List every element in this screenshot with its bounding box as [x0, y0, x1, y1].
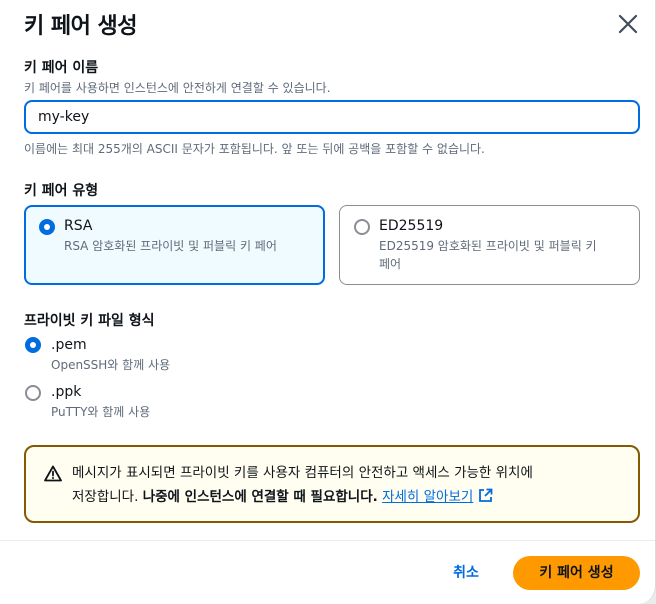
key-name-constraint: 이름에는 최대 255개의 ASCII 문자가 포함됩니다. 앞 또는 뒤에 공… [24, 142, 485, 156]
learn-more-link[interactable]: 자세히 알아보기 [382, 489, 473, 505]
pem-radio[interactable] [25, 337, 41, 353]
key-name-label: 키 페어 이름 [24, 60, 99, 76]
modal-title: 키 페어 생성 [24, 14, 138, 39]
ed25519-description-line1: ED25519 암호화된 프라이빗 및 퍼블릭 키 [379, 239, 597, 253]
key-type-label: 키 페어 유형 [24, 183, 99, 199]
file-format-label: 프라이빗 키 파일 형식 [24, 313, 155, 329]
warning-icon [44, 465, 62, 482]
alert-line-1: 메시지가 표시되면 프라이빗 키를 사용자 컴퓨터의 안전하고 액세스 가능한 … [72, 465, 533, 481]
ppk-description: PuTTY와 함께 사용 [51, 405, 151, 419]
pem-description: OpenSSH와 함께 사용 [51, 358, 171, 372]
ppk-radio[interactable] [25, 385, 41, 401]
alert-emphasis: 나중에 인스턴스에 연결할 때 필요합니다. [142, 489, 378, 505]
key-name-input[interactable] [24, 100, 640, 134]
key-type-rsa-tile[interactable]: RSA RSA 암호화된 프라이빗 및 퍼블릭 키 페어 [24, 205, 325, 285]
rsa-label: RSA [64, 218, 93, 234]
close-icon [618, 14, 638, 34]
alert-line-2: 저장합니다. [72, 489, 143, 505]
create-key-pair-button[interactable]: 키 페어 생성 [513, 556, 640, 590]
ed25519-label: ED25519 [379, 218, 444, 234]
ed25519-radio[interactable] [354, 219, 370, 235]
cancel-button[interactable]: 취소 [438, 556, 494, 590]
key-type-ed25519-tile[interactable]: ED25519 ED25519 암호화된 프라이빗 및 퍼블릭 키 페어 [339, 205, 640, 285]
warning-alert: 메시지가 표시되면 프라이빗 키를 사용자 컴퓨터의 안전하고 액세스 가능한 … [24, 445, 640, 523]
close-button[interactable] [614, 10, 642, 38]
ppk-label: .ppk [51, 384, 82, 400]
external-link-icon[interactable] [478, 488, 493, 503]
ed25519-description-line2: 페어 [379, 257, 402, 271]
learn-more-text: 자세히 알아보기 [382, 489, 474, 505]
footer-divider [0, 540, 655, 541]
create-key-pair-modal: 키 페어 생성 키 페어 이름 키 페어를 사용하면 인스턴스에 안전하게 연결… [0, 0, 656, 604]
alert-message: 메시지가 표시되면 프라이빗 키를 사용자 컴퓨터의 안전하고 액세스 가능한 … [72, 461, 632, 509]
key-name-description: 키 페어를 사용하면 인스턴스에 안전하게 연결할 수 있습니다. [24, 81, 331, 95]
pem-label: .pem [51, 337, 87, 353]
rsa-description: RSA 암호화된 프라이빗 및 퍼블릭 키 페어 [64, 239, 277, 253]
rsa-radio[interactable] [39, 219, 55, 235]
